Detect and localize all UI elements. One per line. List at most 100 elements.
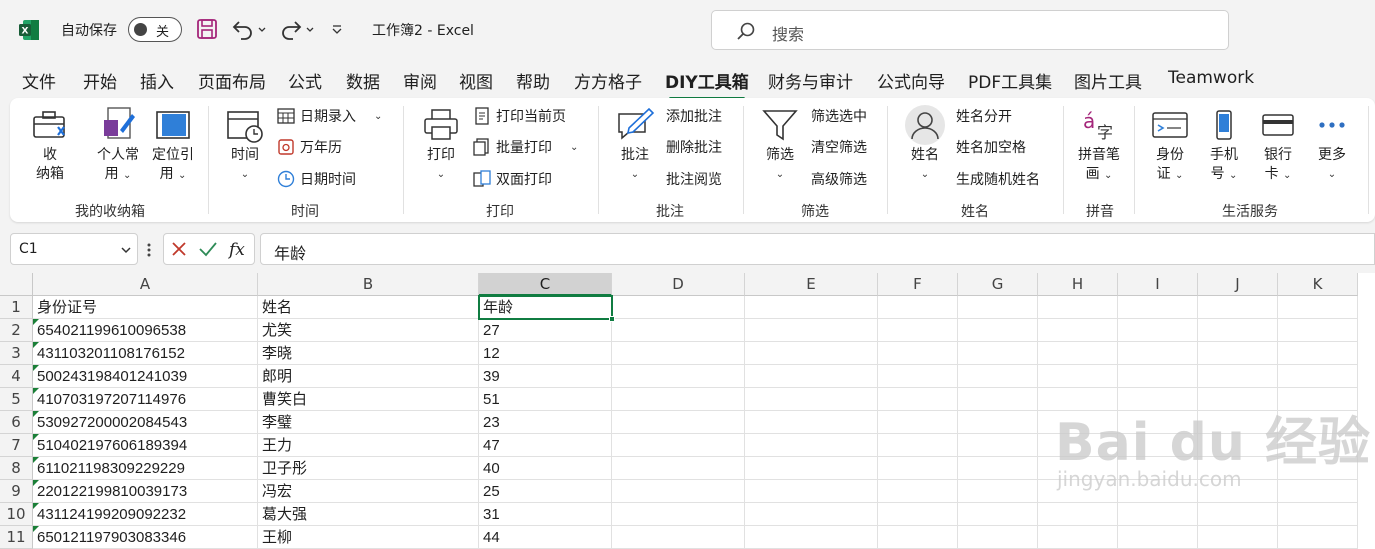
cell-d6[interactable] — [612, 411, 745, 434]
tab-diy-toolbox[interactable]: DIY工具箱 — [665, 68, 749, 100]
cell-d3[interactable] — [612, 342, 745, 365]
column-header-g[interactable]: G — [958, 273, 1038, 296]
cell-d7[interactable] — [612, 434, 745, 457]
number-as-text-indicator-icon[interactable] — [33, 319, 39, 325]
number-as-text-indicator-icon[interactable] — [33, 503, 39, 509]
number-as-text-indicator-icon[interactable] — [33, 365, 39, 371]
cell-e4[interactable] — [745, 365, 878, 388]
cell-c2[interactable]: 27 — [479, 319, 612, 342]
more-button[interactable]: 更多 ⌄ — [1310, 104, 1354, 184]
locate-reference-button[interactable]: 定位引用 ⌄ — [146, 104, 200, 185]
cell-e8[interactable] — [745, 457, 878, 480]
advanced-filter-button[interactable]: 高级筛选 — [811, 169, 867, 189]
cell-e11[interactable] — [745, 526, 878, 549]
cell-e2[interactable] — [745, 319, 878, 342]
bank-card-button[interactable]: 银行卡 ⌄ — [1256, 104, 1300, 185]
cell-d5[interactable] — [612, 388, 745, 411]
cell-b4[interactable]: 郎明 — [258, 365, 479, 388]
number-as-text-indicator-icon[interactable] — [33, 457, 39, 463]
cell-i11[interactable] — [1118, 526, 1198, 549]
cell-f5[interactable] — [878, 388, 958, 411]
cell-b11[interactable]: 王柳 — [258, 526, 479, 549]
cell-j11[interactable] — [1198, 526, 1278, 549]
cell-e9[interactable] — [745, 480, 878, 503]
cell-j3[interactable] — [1198, 342, 1278, 365]
cell-h4[interactable] — [1038, 365, 1118, 388]
cell-g8[interactable] — [958, 457, 1038, 480]
cell-f9[interactable] — [878, 480, 958, 503]
cell-k3[interactable] — [1278, 342, 1358, 365]
search-box[interactable]: 搜索 — [711, 10, 1229, 50]
cell-b3[interactable]: 李晓 — [258, 342, 479, 365]
cell-j1[interactable] — [1198, 296, 1278, 319]
cell-d1[interactable] — [612, 296, 745, 319]
cell-d9[interactable] — [612, 480, 745, 503]
tab-review[interactable]: 审阅 — [403, 68, 437, 93]
cell-i1[interactable] — [1118, 296, 1198, 319]
cell-a7[interactable]: 510402197606189394 — [33, 434, 258, 457]
cell-g9[interactable] — [958, 480, 1038, 503]
row-header[interactable]: 11 — [0, 526, 33, 549]
tab-view[interactable]: 视图 — [459, 68, 493, 93]
column-header-d[interactable]: D — [612, 273, 745, 296]
cell-c8[interactable]: 40 — [479, 457, 612, 480]
column-header-a[interactable]: A — [33, 273, 258, 296]
insert-function-icon[interactable]: fx — [228, 239, 250, 259]
cell-h1[interactable] — [1038, 296, 1118, 319]
cell-d10[interactable] — [612, 503, 745, 526]
cell-c5[interactable]: 51 — [479, 388, 612, 411]
cell-f4[interactable] — [878, 365, 958, 388]
number-as-text-indicator-icon[interactable] — [33, 411, 39, 417]
cell-j10[interactable] — [1198, 503, 1278, 526]
cell-g11[interactable] — [958, 526, 1038, 549]
filter-selected-button[interactable]: 筛选选中 — [811, 106, 867, 126]
row-header[interactable]: 9 — [0, 480, 33, 503]
tab-fangfang[interactable]: 方方格子 — [574, 68, 642, 93]
clear-filter-button[interactable]: 清空筛选 — [811, 137, 867, 157]
row-header[interactable]: 5 — [0, 388, 33, 411]
row-header[interactable]: 7 — [0, 434, 33, 457]
phone-number-button[interactable]: 手机号 ⌄ — [1202, 104, 1246, 185]
cell-g1[interactable] — [958, 296, 1038, 319]
cell-d2[interactable] — [612, 319, 745, 342]
column-header-i[interactable]: I — [1118, 273, 1198, 296]
cell-f7[interactable] — [878, 434, 958, 457]
tab-file[interactable]: 文件 — [22, 68, 56, 93]
cell-a11[interactable]: 650121197903083346 — [33, 526, 258, 549]
tab-teamwork[interactable]: Teamwork — [1168, 68, 1254, 88]
select-all-corner[interactable] — [0, 273, 33, 296]
redo-button[interactable] — [276, 16, 318, 42]
cell-a9[interactable]: 220122199810039173 — [33, 480, 258, 503]
number-as-text-indicator-icon[interactable] — [33, 480, 39, 486]
cell-a6[interactable]: 530927200002084543 — [33, 411, 258, 434]
cell-f11[interactable] — [878, 526, 958, 549]
cell-f10[interactable] — [878, 503, 958, 526]
cell-c9[interactable]: 25 — [479, 480, 612, 503]
cancel-icon[interactable] — [170, 240, 188, 258]
cell-i4[interactable] — [1118, 365, 1198, 388]
cell-d8[interactable] — [612, 457, 745, 480]
number-as-text-indicator-icon[interactable] — [33, 342, 39, 348]
cell-f1[interactable] — [878, 296, 958, 319]
cell-f2[interactable] — [878, 319, 958, 342]
cell-c10[interactable]: 31 — [479, 503, 612, 526]
split-name-button[interactable]: 姓名分开 — [956, 106, 1012, 126]
cell-h10[interactable] — [1038, 503, 1118, 526]
cell-f6[interactable] — [878, 411, 958, 434]
cell-b2[interactable]: 尤笑 — [258, 319, 479, 342]
tab-page-layout[interactable]: 页面布局 — [198, 68, 266, 93]
number-as-text-indicator-icon[interactable] — [33, 388, 39, 394]
cell-b5[interactable]: 曹笑白 — [258, 388, 479, 411]
cell-c11[interactable]: 44 — [479, 526, 612, 549]
row-header[interactable]: 2 — [0, 319, 33, 342]
cell-e7[interactable] — [745, 434, 878, 457]
row-header[interactable]: 1 — [0, 296, 33, 319]
cell-c4[interactable]: 39 — [479, 365, 612, 388]
name-button[interactable]: 姓名 ⌄ — [900, 104, 950, 184]
random-name-button[interactable]: 生成随机姓名 — [956, 169, 1040, 189]
tab-formula-wizard[interactable]: 公式向导 — [877, 68, 945, 93]
column-header-f[interactable]: F — [878, 273, 958, 296]
view-comment-button[interactable]: 批注阅览 — [666, 169, 722, 189]
cell-f8[interactable] — [878, 457, 958, 480]
add-comment-button[interactable]: 添加批注 — [666, 106, 722, 126]
